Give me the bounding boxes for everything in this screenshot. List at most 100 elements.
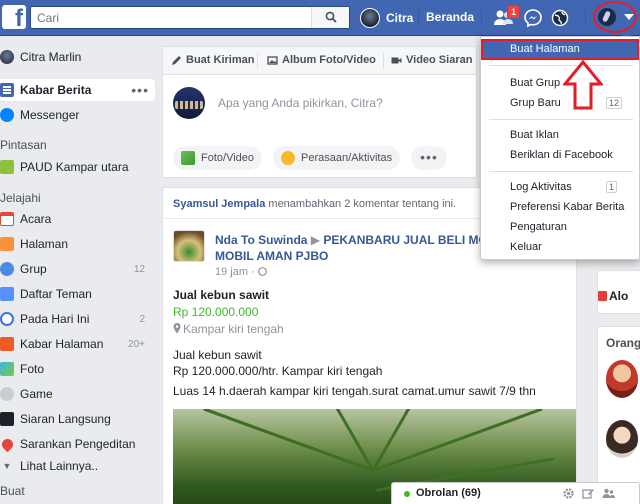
see-more-link[interactable]: ▼ Lihat Lainnya.. [0, 455, 155, 477]
count-badge: 12 [133, 263, 145, 275]
new-group-icon[interactable] [602, 487, 615, 500]
divider [481, 10, 482, 26]
menu-item-log-out[interactable]: Keluar [481, 237, 639, 258]
sidebar-item-label: PAUD Kampar utara [20, 160, 129, 174]
sidebar-item-suggest-edits[interactable]: Sarankan Pengeditan [0, 433, 155, 455]
sidebar-item-profile[interactable]: Citra Marlin [0, 46, 155, 68]
game-controller-icon [0, 387, 14, 401]
avatar [173, 87, 205, 119]
sidebar-item-groups[interactable]: Grup 12 [0, 258, 155, 280]
left-sidebar: Citra Marlin Kabar Berita ••• Messenger … [0, 36, 160, 504]
menu-item-new-groups[interactable]: Grup Baru 12 [481, 93, 639, 114]
tab-label: Buat Kiriman [186, 54, 255, 66]
menu-item-create-page[interactable]: Buat Halaman [481, 39, 639, 60]
profile-name: Citra [386, 11, 414, 25]
tab-label: Album Foto/Video [282, 54, 376, 66]
location-text: Kampar kiri tengah [183, 322, 284, 336]
sidebar-item-photos[interactable]: Foto [0, 358, 155, 380]
sidebar-item-events[interactable]: Acara [0, 208, 155, 230]
sidebar-item-label: Messenger [20, 108, 80, 122]
count-badge: 20+ [128, 338, 145, 350]
listing-price: Rp 120.000.000 [173, 305, 259, 319]
sidebar-item-label: Grup [20, 262, 47, 276]
menu-item-settings[interactable]: Pengaturan [481, 217, 639, 238]
dot-separator: · [251, 266, 258, 278]
pages-feed-icon [0, 337, 14, 351]
avatar[interactable] [606, 420, 638, 458]
live-video-icon [0, 412, 14, 426]
actor-link[interactable]: Syamsul Jempala [173, 198, 265, 210]
menu-item-news-feed-preferences[interactable]: Preferensi Kabar Berita [481, 197, 639, 218]
sidebar-item-label: Pada Hari Ini [20, 312, 90, 326]
search-box [30, 6, 350, 29]
post-timestamp[interactable]: 19 jam · [215, 266, 267, 278]
see-more-label: Lihat Lainnya.. [20, 459, 99, 473]
globe-icon[interactable] [549, 7, 571, 29]
chat-sidebar-bar[interactable]: Obrolan (69) [391, 482, 640, 504]
explore-heading: Jelajahi [0, 191, 41, 205]
divider [585, 10, 586, 26]
tab-live-video[interactable]: Video Siaran L [391, 54, 476, 66]
photo-icon [181, 151, 195, 165]
facebook-logo[interactable]: f [2, 5, 26, 31]
divider [257, 53, 258, 69]
sidebar-item-on-this-day[interactable]: Pada Hari Ini 2 [0, 308, 155, 330]
avatar[interactable] [173, 230, 205, 262]
photo-video-button[interactable]: Foto/Video [173, 146, 263, 170]
home-link[interactable]: Beranda [426, 10, 474, 24]
sidebar-item-games[interactable]: Game [0, 383, 155, 405]
sidebar-item-pages-feed[interactable]: Kabar Halaman 20+ [0, 333, 155, 355]
annotation-circle [593, 1, 637, 33]
sidebar-item-messenger[interactable]: Messenger [0, 104, 155, 126]
account-dropdown-menu: Buat Halaman Buat Grup Grup Baru 12 Buat… [480, 36, 640, 260]
avatar[interactable] [606, 360, 638, 398]
map-pin-icon [0, 436, 16, 452]
top-navigation-bar: f Citra Beranda 1 [0, 0, 640, 36]
sidebar-item-paud[interactable]: PAUD Kampar utara [0, 156, 155, 178]
gift-icon [598, 291, 607, 301]
shortcuts-heading: Pintasan [0, 138, 47, 152]
sidebar-item-label: Daftar Teman [20, 287, 92, 301]
sidebar-item-label: Acara [20, 212, 52, 226]
photos-icon [0, 362, 14, 376]
more-options-button[interactable]: ••• [411, 146, 447, 170]
author-link[interactable]: Nda To Suwinda [215, 233, 307, 247]
people-heading: Orang [606, 336, 640, 350]
tab-create-post[interactable]: Buat Kiriman [171, 54, 254, 66]
menu-item-advertise[interactable]: Beriklan di Facebook [481, 145, 639, 166]
menu-separator [489, 65, 633, 66]
menu-item-label: Grup Baru [510, 97, 561, 109]
listing-location: Kampar kiri tengah [173, 322, 284, 336]
search-button[interactable] [311, 7, 349, 28]
sidebar-item-label: Kabar Halaman [20, 337, 104, 351]
sidebar-item-news-feed[interactable]: Kabar Berita ••• [0, 79, 155, 101]
feeling-activity-button[interactable]: Perasaan/Aktivitas [273, 146, 401, 170]
messenger-icon[interactable] [522, 7, 544, 29]
arrow-right-icon: ▶ [310, 233, 321, 247]
menu-item-create-ad[interactable]: Buat Iklan [481, 125, 639, 146]
profile-link[interactable]: Citra [360, 7, 413, 29]
tab-photo-album[interactable]: Album Foto/Video [267, 54, 376, 66]
right-card-title[interactable]: Alo [609, 289, 628, 303]
sidebar-item-friend-lists[interactable]: Daftar Teman [0, 283, 155, 305]
menu-item-activity-log[interactable]: Log Aktivitas 1 [481, 177, 639, 198]
palm-frond [203, 409, 374, 472]
annotation-arrow-up-icon [563, 60, 603, 110]
group-link[interactable]: PEKANBARU JUAL BELI MO [323, 233, 487, 247]
sidebar-item-live-video[interactable]: Siaran Langsung [0, 408, 155, 430]
menu-separator [489, 171, 633, 172]
gear-icon[interactable] [562, 487, 575, 500]
compose-icon[interactable] [582, 487, 595, 500]
group-icon [0, 160, 14, 174]
sidebar-item-label: Citra Marlin [20, 50, 82, 64]
search-input[interactable] [31, 7, 311, 28]
post-composer: Buat Kiriman Album Foto/Video Video Siar… [162, 46, 477, 178]
menu-item-label: Log Aktivitas [510, 181, 572, 193]
video-camera-icon [391, 57, 402, 63]
composer-input[interactable]: Apa yang Anda pikirkan, Citra? [218, 96, 383, 110]
menu-item-create-group[interactable]: Buat Grup [481, 73, 639, 94]
sidebar-item-pages[interactable]: Halaman [0, 233, 155, 255]
more-options-icon[interactable]: ••• [131, 82, 149, 98]
group-link-continued[interactable]: MOBIL AMAN PJBO [215, 249, 328, 263]
menu-separator [489, 119, 633, 120]
